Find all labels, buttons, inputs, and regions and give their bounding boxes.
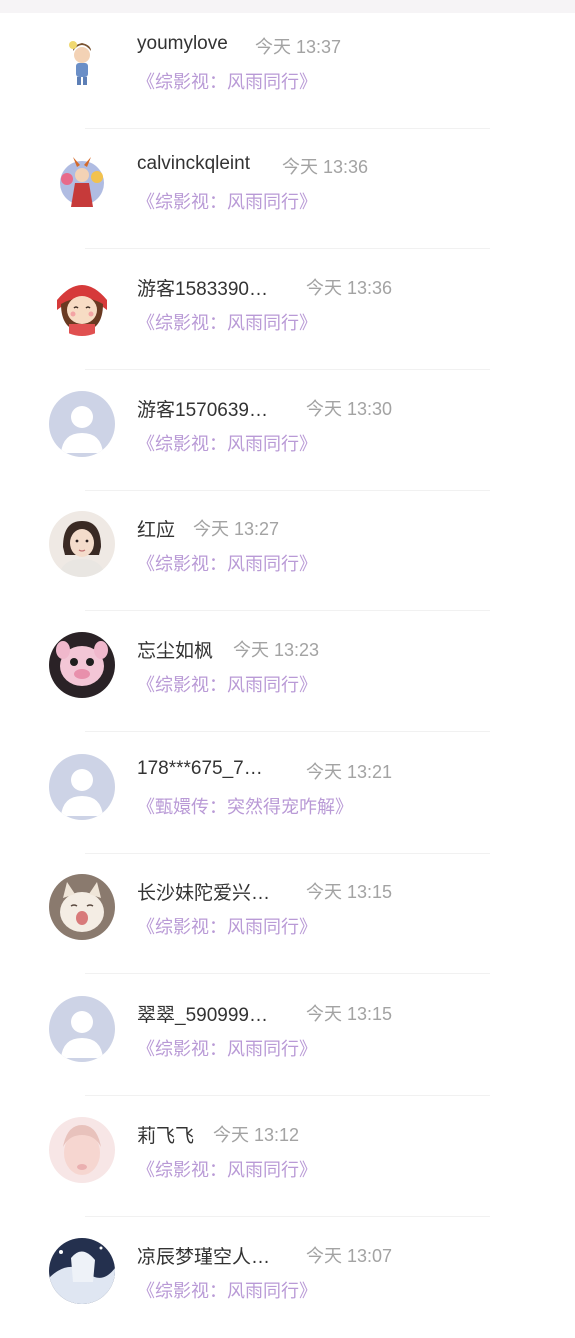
user-name: youmylove xyxy=(137,33,228,54)
book-title-link[interactable]: 《综影视：风雨同行》 xyxy=(137,1156,317,1182)
read-time: 今天 13:15 xyxy=(306,1004,393,1024)
list-item[interactable]: 长沙妹陀爱兴… 今天 13:15 《综影视：风雨同行》 xyxy=(0,854,575,974)
list-item[interactable]: 178***675_7… 今天 13:21 《甄嬛传：突然得宠咋解》 xyxy=(0,734,575,854)
user-name: 游客1570639… xyxy=(137,400,268,421)
floral-character-avatar[interactable] xyxy=(49,149,115,215)
book-title-link[interactable]: 《综影视：风雨同行》 xyxy=(137,68,317,94)
book-title-link[interactable]: 《综影视：风雨同行》 xyxy=(137,1035,317,1061)
list-item[interactable]: calvinckqleint 今天 13:36 《综影视：风雨同行》 xyxy=(0,129,575,249)
list-item[interactable]: 翠翠_590999… 今天 13:15 《综影视：风雨同行》 xyxy=(0,976,575,1096)
book-title-link[interactable]: 《综影视：风雨同行》 xyxy=(137,913,317,939)
read-time: 今天 13:36 xyxy=(306,278,393,298)
read-time: 今天 13:23 xyxy=(233,640,320,660)
photo-girl-avatar[interactable] xyxy=(49,511,115,577)
divider xyxy=(85,1095,490,1096)
list-item[interactable]: 游客1583390… 今天 13:36 《综影视：风雨同行》 xyxy=(0,250,575,370)
read-time: 今天 13:15 xyxy=(306,882,393,902)
divider xyxy=(85,610,490,611)
cat-avatar[interactable] xyxy=(49,874,115,940)
user-name: 忘尘如枫 xyxy=(137,641,214,662)
read-time: 今天 13:30 xyxy=(306,399,393,419)
list-item[interactable]: youmylove 今天 13:37 《综影视：风雨同行》 xyxy=(0,9,575,129)
default-user-avatar[interactable] xyxy=(49,391,115,457)
book-title-link[interactable]: 《综影视：风雨同行》 xyxy=(137,309,317,335)
divider xyxy=(85,248,490,249)
book-title-link[interactable]: 《综影视：风雨同行》 xyxy=(137,671,317,697)
list-item[interactable]: 忘尘如枫 今天 13:23 《综影视：风雨同行》 xyxy=(0,612,575,732)
reader-list: youmylove 今天 13:37 《综影视：风雨同行》 calvinckql… xyxy=(0,0,575,1304)
user-name: 长沙妹陀爱兴… xyxy=(137,883,271,904)
default-user-avatar[interactable] xyxy=(49,996,115,1062)
read-time: 今天 13:12 xyxy=(213,1125,300,1145)
divider xyxy=(85,1216,490,1217)
user-name: calvinckqleint xyxy=(137,153,250,174)
list-item[interactable]: 游客1570639… 今天 13:30 《综影视：风雨同行》 xyxy=(0,371,575,491)
anime-winter-avatar[interactable] xyxy=(49,1238,115,1304)
book-title-link[interactable]: 《综影视：风雨同行》 xyxy=(137,550,317,576)
user-name: 翠翠_590999… xyxy=(137,1005,268,1026)
list-item[interactable]: 红应 今天 13:27 《综影视：风雨同行》 xyxy=(0,491,575,611)
book-title-link[interactable]: 《综影视：风雨同行》 xyxy=(137,430,317,456)
pink-animal-avatar[interactable] xyxy=(49,632,115,698)
read-time: 今天 13:21 xyxy=(306,762,393,782)
book-title-link[interactable]: 《综影视：风雨同行》 xyxy=(137,1277,317,1303)
user-name: 178***675_7… xyxy=(137,758,263,779)
user-name: 凉辰梦瑾空人… xyxy=(137,1247,271,1268)
divider xyxy=(85,731,490,732)
read-time: 今天 13:07 xyxy=(306,1246,393,1266)
divider xyxy=(85,973,490,974)
read-time: 今天 13:37 xyxy=(255,37,342,57)
list-item[interactable]: 凉辰梦瑾空人… 今天 13:07 《综影视：风雨同行》 xyxy=(0,1218,575,1338)
blurred-face-avatar[interactable] xyxy=(49,1117,115,1183)
red-hat-girl-avatar[interactable] xyxy=(49,270,115,336)
read-time: 今天 13:36 xyxy=(282,157,369,177)
book-title-link[interactable]: 《综影视：风雨同行》 xyxy=(137,188,317,214)
user-name: 游客1583390… xyxy=(137,279,268,300)
read-time: 今天 13:27 xyxy=(193,519,280,539)
user-name: 莉飞飞 xyxy=(137,1126,195,1147)
user-name: 红应 xyxy=(137,520,176,541)
cartoon-girl-avatar[interactable] xyxy=(49,29,115,95)
book-title-link[interactable]: 《甄嬛传：突然得宠咋解》 xyxy=(137,793,353,819)
list-item[interactable]: 莉飞飞 今天 13:12 《综影视：风雨同行》 xyxy=(0,1097,575,1217)
default-user-avatar[interactable] xyxy=(49,754,115,820)
divider xyxy=(85,369,490,370)
